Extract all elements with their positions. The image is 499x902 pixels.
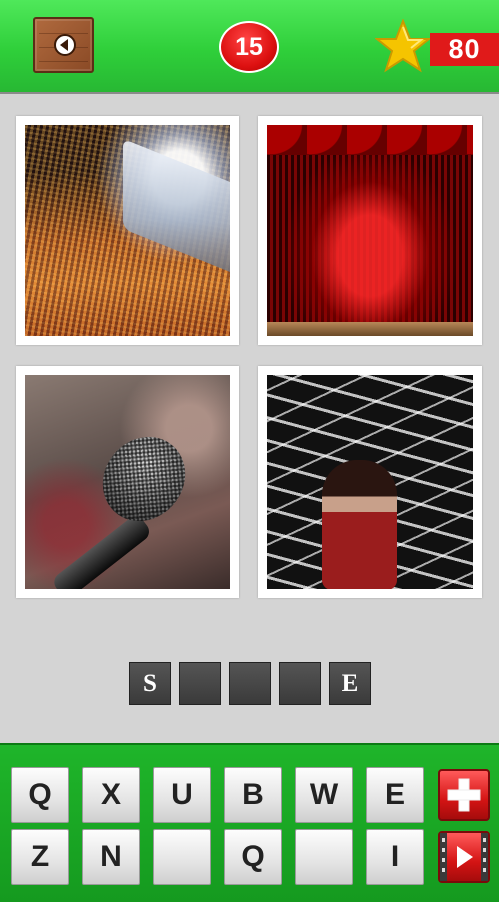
microphone-image — [25, 375, 230, 589]
hint-button[interactable] — [438, 769, 490, 821]
coin-count: 80 — [430, 33, 499, 66]
letter-key[interactable]: Q — [224, 829, 282, 885]
letter-key[interactable]: B — [224, 767, 282, 823]
picture-2 — [258, 116, 482, 345]
level-badge: 15 — [219, 21, 279, 73]
letter-key[interactable]: N — [82, 829, 140, 885]
letter-key[interactable]: U — [153, 767, 211, 823]
answer-slot-4[interactable] — [279, 662, 321, 705]
letter-key[interactable]: W — [295, 767, 353, 823]
answer-slot-2[interactable] — [179, 662, 221, 705]
letter-key[interactable]: X — [82, 767, 140, 823]
answer-slot-3[interactable] — [229, 662, 271, 705]
answer-slot-5[interactable]: E — [329, 662, 371, 705]
letter-key[interactable]: I — [366, 829, 424, 885]
back-arrow-icon — [54, 34, 76, 56]
letter-key[interactable]: Q — [11, 767, 69, 823]
empty-key[interactable] — [295, 829, 353, 885]
star-icon — [375, 19, 431, 73]
plus-icon — [447, 778, 481, 812]
singer-image — [267, 375, 473, 589]
play-film-icon — [440, 833, 488, 881]
back-button[interactable] — [33, 17, 94, 73]
watch-video-button[interactable] — [438, 831, 490, 883]
picture-1 — [16, 116, 239, 345]
picture-3 — [16, 366, 239, 598]
picture-4 — [258, 366, 482, 598]
empty-key[interactable] — [153, 829, 211, 885]
letter-key[interactable]: E — [366, 767, 424, 823]
concert-crowd-image — [25, 125, 230, 336]
letter-key[interactable]: Z — [11, 829, 69, 885]
letter-keyboard: Q X U B W E Z N Q I — [0, 743, 499, 902]
answer-slot-1[interactable]: S — [129, 662, 171, 705]
stage-curtain-image — [267, 125, 473, 336]
top-bar: 15 80 — [0, 0, 499, 94]
